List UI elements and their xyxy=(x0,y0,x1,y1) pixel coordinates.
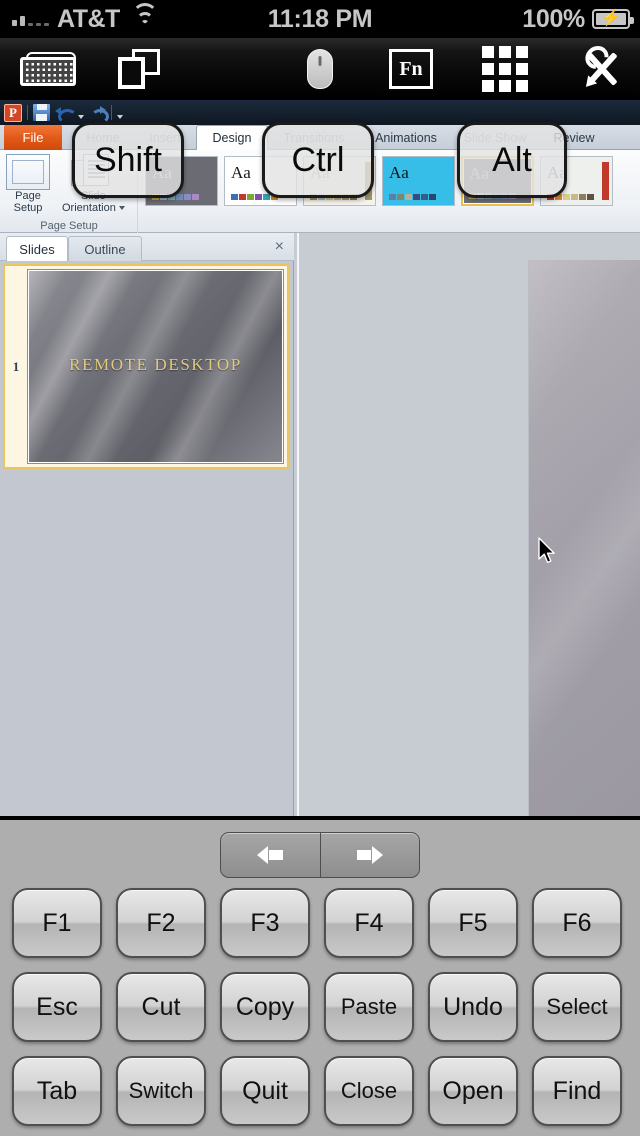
theme-color-swatches xyxy=(389,194,436,200)
key-quit[interactable]: Quit xyxy=(220,1056,310,1126)
arrow-left-icon xyxy=(257,846,284,864)
nav-prev-button[interactable] xyxy=(221,833,320,877)
key-select[interactable]: Select xyxy=(532,972,622,1042)
key-copy[interactable]: Copy xyxy=(220,972,310,1042)
key-paste[interactable]: Paste xyxy=(324,972,414,1042)
key-undo[interactable]: Undo xyxy=(428,972,518,1042)
tab-slides[interactable]: Slides xyxy=(6,236,68,261)
key-switch[interactable]: Switch xyxy=(116,1056,206,1126)
keypad-row: Esc Cut Copy Paste Undo Select xyxy=(0,972,640,1042)
key-f5[interactable]: F5 xyxy=(428,888,518,958)
keyboard-icon[interactable] xyxy=(12,38,86,100)
key-f1[interactable]: F1 xyxy=(12,888,102,958)
key-f4[interactable]: F4 xyxy=(324,888,414,958)
theme-accent-bar xyxy=(602,162,609,200)
key-find[interactable]: Find xyxy=(532,1056,622,1126)
slide-preview[interactable]: REMOTE DESKTOP xyxy=(27,269,284,464)
page-setup-button[interactable]: Page Setup xyxy=(6,154,50,214)
windows-icon[interactable] xyxy=(116,38,162,100)
tools-icon[interactable] xyxy=(578,38,626,100)
remote-desktop-view[interactable]: P File HomeInsertDesignTransitionsAnimat… xyxy=(0,100,640,816)
chevron-down-icon[interactable] xyxy=(78,115,84,119)
key-cut[interactable]: Cut xyxy=(116,972,206,1042)
battery-charging-icon: ⚡ xyxy=(592,9,634,29)
ribbon-tab-design[interactable]: Design xyxy=(196,125,268,150)
modifier-key-ctrl[interactable]: Ctrl xyxy=(262,122,374,198)
theme-thumbnail[interactable]: Aa xyxy=(382,156,455,206)
slides-pane-tabs: Slides Outline × xyxy=(0,233,294,261)
keypad-panel: F1 F2 F3 F4 F5 F6 Esc Cut Copy Paste Undo Select Tab… xyxy=(0,818,640,1136)
theme-preview-text: Aa xyxy=(231,163,251,182)
key-esc[interactable]: Esc xyxy=(12,972,102,1042)
slides-pane[interactable]: 1 REMOTE DESKTOP xyxy=(0,261,294,816)
keypad-row: Tab Switch Quit Close Open Find xyxy=(0,1056,640,1126)
key-tab[interactable]: Tab xyxy=(12,1056,102,1126)
divider xyxy=(297,233,299,816)
page-setup-label-line1: Page xyxy=(15,190,41,202)
slide-thumbnail-item[interactable]: 1 REMOTE DESKTOP xyxy=(3,264,289,469)
keypad-row: F1 F2 F3 F4 F5 F6 xyxy=(0,888,640,958)
ribbon-group-label: Page Setup xyxy=(40,220,98,232)
status-right: 100% ⚡ xyxy=(522,4,634,34)
nav-next-button[interactable] xyxy=(319,833,420,877)
battery-percent: 100% xyxy=(522,4,585,33)
arrow-right-icon xyxy=(356,846,383,864)
modifier-key-shift[interactable]: Shift xyxy=(72,122,184,198)
nav-segmented-control xyxy=(220,832,420,878)
key-f2[interactable]: F2 xyxy=(116,888,206,958)
theme-preview-text: Aa xyxy=(389,163,409,182)
app-toolbar: Fn xyxy=(0,38,640,100)
ribbon-tab-file[interactable]: File xyxy=(4,125,62,150)
powerpoint-logo-icon: P xyxy=(4,103,22,122)
redo-icon[interactable] xyxy=(89,105,109,124)
chevron-down-icon[interactable] xyxy=(118,206,125,211)
tab-outline[interactable]: Outline xyxy=(68,236,142,261)
divider xyxy=(27,105,28,120)
divider xyxy=(111,105,112,120)
slide-canvas-panel[interactable] xyxy=(528,260,640,816)
page-setup-label-line2: Setup xyxy=(13,202,43,214)
chevron-down-icon[interactable] xyxy=(117,115,123,119)
slide-title-text: REMOTE DESKTOP xyxy=(69,355,242,375)
undo-icon[interactable] xyxy=(55,105,77,124)
slide-editor-area[interactable] xyxy=(295,233,640,816)
key-close[interactable]: Close xyxy=(324,1056,414,1126)
fn-icon[interactable]: Fn xyxy=(388,38,434,100)
mouse-icon[interactable] xyxy=(306,38,334,100)
key-f3[interactable]: F3 xyxy=(220,888,310,958)
app-root: AT&T 11:18 PM 100% ⚡ Fn P File Design An… xyxy=(0,0,640,1136)
key-open[interactable]: Open xyxy=(428,1056,518,1126)
key-f6[interactable]: F6 xyxy=(532,888,622,958)
slide-orientation-label-line2: Orientation xyxy=(62,202,125,214)
fn-label: Fn xyxy=(389,49,433,89)
status-bar: AT&T 11:18 PM 100% ⚡ xyxy=(0,0,640,38)
save-icon[interactable] xyxy=(33,104,50,121)
modifier-key-alt[interactable]: Alt xyxy=(457,122,567,198)
grid-icon[interactable] xyxy=(480,38,530,100)
slide-number: 1 xyxy=(12,358,20,374)
page-setup-icon xyxy=(6,154,50,190)
close-icon[interactable]: × xyxy=(275,239,284,255)
